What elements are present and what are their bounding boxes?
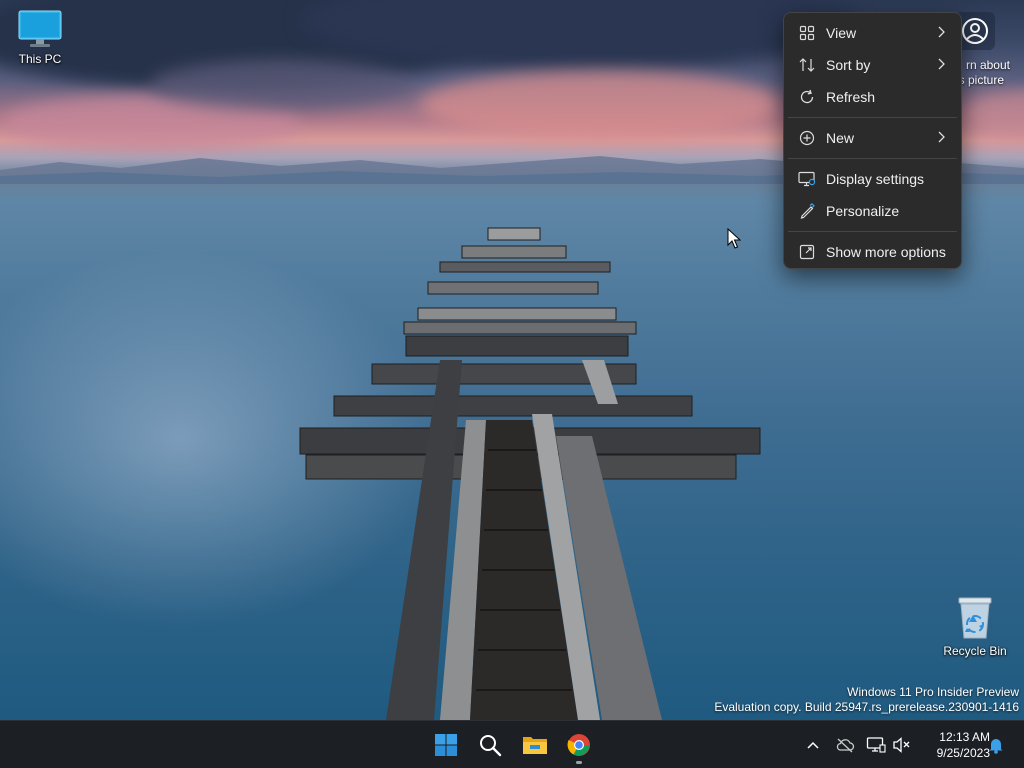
menu-item-display-settings[interactable]: Display settings <box>784 163 961 195</box>
refresh-icon <box>798 88 816 106</box>
menu-item-refresh[interactable]: Refresh <box>784 81 961 113</box>
chevron-right-icon <box>938 131 945 143</box>
volume-tray-button[interactable] <box>892 735 912 755</box>
menu-item-show-more-options[interactable]: Show more options <box>784 236 961 268</box>
sort-icon <box>798 56 816 74</box>
folder-icon <box>523 737 547 754</box>
menu-item-sort-by[interactable]: Sort by <box>784 49 961 81</box>
desktop-icon-recycle-bin[interactable]: Recycle Bin <box>937 596 1013 658</box>
menu-item-view[interactable]: View <box>784 17 961 49</box>
grid-icon <box>798 24 816 42</box>
search-button[interactable] <box>470 725 510 765</box>
menu-item-label: New <box>826 130 855 146</box>
chrome-icon <box>567 734 590 756</box>
menu-item-label: Personalize <box>826 203 900 219</box>
desktop-icon-label: This PC <box>18 52 62 66</box>
menu-item-label: Show more options <box>826 244 946 260</box>
pen-icon <box>798 202 816 220</box>
menu-separator <box>788 231 957 232</box>
network-icon <box>866 737 886 753</box>
menu-item-label: View <box>826 25 857 41</box>
desktop-icon-this-pc[interactable]: This PC <box>2 10 78 66</box>
chevron-up-icon <box>807 741 819 749</box>
network-tray-button[interactable] <box>866 735 886 755</box>
file-explorer-button[interactable] <box>515 725 555 765</box>
clock-date: 9/25/2023 <box>936 746 990 760</box>
clock[interactable]: 12:13 AM 9/25/2023 <box>918 729 990 761</box>
notifications-button[interactable] <box>986 735 1006 755</box>
desktop-context-menu: View Sort by Refresh New Display setting… <box>783 12 962 269</box>
spotlight-person-icon <box>962 18 988 44</box>
windows-start-icon <box>435 734 457 756</box>
menu-separator <box>788 117 957 118</box>
plus-circle-icon <box>798 129 816 147</box>
build-watermark: Windows 11 Pro Insider Preview Evaluatio… <box>714 685 1019 715</box>
menu-item-label: Refresh <box>826 89 876 105</box>
running-indicator <box>576 761 582 764</box>
menu-item-new[interactable]: New <box>784 122 961 154</box>
show-hidden-icons-button[interactable] <box>803 735 823 755</box>
chevron-right-icon <box>938 26 945 38</box>
onedrive-tray-button[interactable] <box>835 735 855 755</box>
menu-item-label: Display settings <box>826 171 925 187</box>
watermark-build: Evaluation copy. Build 25947.rs_prerelea… <box>714 700 1019 714</box>
monitor-icon <box>18 10 62 47</box>
taskbar: 12:13 AM 9/25/2023 <box>0 720 1024 768</box>
chevron-right-icon <box>938 58 945 70</box>
search-icon <box>480 735 502 757</box>
watermark-edition: Windows 11 Pro Insider Preview <box>847 685 1019 699</box>
volume-muted-icon <box>893 737 910 753</box>
display-settings-icon <box>798 170 816 188</box>
bell-icon <box>989 739 1003 754</box>
menu-item-personalize[interactable]: Personalize <box>784 195 961 227</box>
recycle-bin-icon <box>958 597 992 639</box>
clock-time: 12:13 AM <box>939 730 990 744</box>
menu-separator <box>788 158 957 159</box>
cloud-off-icon <box>836 738 855 753</box>
show-more-icon <box>798 243 816 261</box>
menu-item-label: Sort by <box>826 57 871 73</box>
chrome-button[interactable] <box>559 725 599 765</box>
start-button[interactable] <box>426 725 466 765</box>
mouse-cursor <box>727 228 741 249</box>
desktop-icon-label: Recycle Bin <box>943 644 1007 658</box>
